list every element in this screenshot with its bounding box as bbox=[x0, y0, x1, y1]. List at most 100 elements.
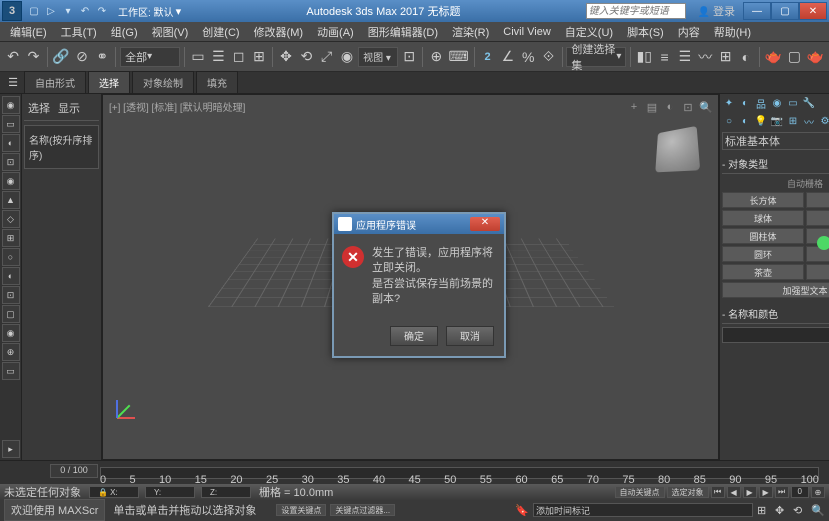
tab-select[interactable]: 选择 bbox=[28, 100, 50, 116]
manip-button[interactable]: ⊕ bbox=[427, 45, 445, 69]
timeline[interactable]: 0 / 100 05101520253035404550556065707580… bbox=[0, 460, 829, 484]
ribbon-tab-paint[interactable]: 对象绘制 bbox=[132, 71, 194, 94]
menu-help[interactable]: 帮助(H) bbox=[708, 22, 757, 42]
tab-modify-icon[interactable]: ◐ bbox=[738, 96, 752, 110]
menu-edit[interactable]: 编辑(E) bbox=[4, 22, 53, 42]
sort-header[interactable]: 名称(按升序排序) bbox=[24, 125, 99, 169]
menu-render[interactable]: 渲染(R) bbox=[446, 22, 495, 42]
dialog-titlebar[interactable]: 应用程序错误 ✕ bbox=[334, 214, 504, 234]
btn-textplus[interactable]: 加强型文本 bbox=[722, 282, 829, 298]
select-name-button[interactable]: ☰ bbox=[209, 45, 227, 69]
schematic-button[interactable]: ⊞ bbox=[716, 45, 734, 69]
minimize-button[interactable]: — bbox=[743, 2, 771, 20]
leftbar-expand-icon[interactable]: ▸ bbox=[2, 440, 20, 458]
leftbar-icon[interactable]: ◐ bbox=[2, 134, 20, 152]
vp-search-icon[interactable]: 🔍 bbox=[698, 99, 714, 115]
play-button[interactable]: ▶ bbox=[743, 486, 757, 498]
goto-start-button[interactable]: ⏮ bbox=[711, 486, 725, 498]
link-button[interactable]: 🔗 bbox=[51, 45, 70, 69]
prev-frame-button[interactable]: ◀ bbox=[727, 486, 741, 498]
cat-helper-icon[interactable]: ⊞ bbox=[786, 114, 800, 128]
time-config-button[interactable]: ⊕ bbox=[811, 486, 825, 498]
current-frame[interactable]: 0 bbox=[791, 486, 809, 498]
window-cross-button[interactable]: ⊞ bbox=[250, 45, 268, 69]
cat-cam-icon[interactable]: 📷 bbox=[770, 114, 784, 128]
section-object-type[interactable]: - 对象类型 bbox=[722, 154, 829, 174]
btn-sphere[interactable]: 球体 bbox=[722, 210, 804, 226]
cat-space-icon[interactable]: 〰 bbox=[802, 114, 816, 128]
workspace-label[interactable]: 工作区: 默认 bbox=[118, 4, 174, 19]
place-button[interactable]: ◉ bbox=[338, 45, 356, 69]
menu-graph[interactable]: 图形编辑器(D) bbox=[362, 22, 444, 42]
leftbar-icon[interactable]: ▭ bbox=[2, 115, 20, 133]
menu-anim[interactable]: 动画(A) bbox=[311, 22, 360, 42]
coord-y[interactable]: Y: bbox=[145, 486, 195, 498]
btn-torus[interactable]: 圆环 bbox=[722, 246, 804, 262]
tag-icon[interactable]: 🔖 bbox=[515, 504, 529, 517]
material-button[interactable]: ◐ bbox=[737, 45, 755, 69]
leftbar-icon[interactable]: ◉ bbox=[2, 96, 20, 114]
leftbar-icon[interactable]: ⊞ bbox=[2, 229, 20, 247]
login-link[interactable]: 👤 登录 bbox=[698, 3, 735, 19]
maximize-button[interactable]: ▢ bbox=[771, 2, 799, 20]
btn-teapot[interactable]: 茶壶 bbox=[722, 264, 804, 280]
select-button[interactable]: ▭ bbox=[189, 45, 207, 69]
mirror-button[interactable]: ▮▯ bbox=[635, 45, 653, 69]
app-logo[interactable]: 3 bbox=[2, 1, 22, 21]
chat-bubble-icon[interactable] bbox=[817, 236, 829, 250]
leftbar-icon[interactable]: ○ bbox=[2, 248, 20, 266]
cat-shape-icon[interactable]: ◐ bbox=[738, 114, 752, 128]
snap-angle-button[interactable]: ∠ bbox=[499, 45, 517, 69]
open-icon[interactable]: ▷ bbox=[43, 3, 59, 19]
vp-grid-icon[interactable]: ▤ bbox=[644, 99, 660, 115]
vp-add-icon[interactable]: + bbox=[626, 99, 642, 115]
search-box[interactable] bbox=[586, 3, 686, 19]
viewcube[interactable] bbox=[655, 126, 700, 172]
dialog-ok-button[interactable]: 确定 bbox=[390, 326, 438, 346]
nav-icon[interactable]: ✥ bbox=[775, 504, 789, 516]
undo-button[interactable]: ↶ bbox=[4, 45, 22, 69]
nav-icon[interactable]: ⟲ bbox=[793, 504, 807, 516]
menu-tools[interactable]: 工具(T) bbox=[55, 22, 103, 42]
dialog-close-button[interactable]: ✕ bbox=[470, 217, 500, 231]
leftbar-icon[interactable]: ◇ bbox=[2, 210, 20, 228]
btn-cylinder[interactable]: 圆柱体 bbox=[722, 228, 804, 244]
scale-button[interactable]: ⤢ bbox=[318, 45, 336, 69]
align-button[interactable]: ≡ bbox=[655, 45, 673, 69]
tab-display-icon[interactable]: ▭ bbox=[786, 96, 800, 110]
leftbar-icon[interactable]: ⊡ bbox=[2, 286, 20, 304]
menu-create[interactable]: 创建(C) bbox=[196, 22, 245, 42]
cat-geom-icon[interactable]: ○ bbox=[722, 114, 736, 128]
coord-z[interactable]: Z: bbox=[201, 486, 251, 498]
vp-safe-icon[interactable]: ⊡ bbox=[680, 99, 696, 115]
leftbar-icon[interactable]: ◐ bbox=[2, 267, 20, 285]
welcome-panel[interactable]: 欢迎使用 MAXScr bbox=[4, 499, 105, 521]
leftbar-icon[interactable]: ▢ bbox=[2, 305, 20, 323]
cat-sys-icon[interactable]: ⚙ bbox=[818, 114, 829, 128]
menu-group[interactable]: 组(G) bbox=[105, 22, 144, 42]
selobj-button[interactable]: 选定对象 bbox=[667, 486, 709, 498]
move-button[interactable]: ✥ bbox=[277, 45, 295, 69]
render-button[interactable]: 🫖 bbox=[806, 45, 825, 69]
viewport-label[interactable]: [+] [透视] [标准] [默认明暗处理] bbox=[109, 99, 245, 114]
btn-cone[interactable]: 圆锥体 bbox=[806, 192, 829, 208]
keyboard-button[interactable]: ⌨ bbox=[447, 45, 469, 69]
nav-icon[interactable]: 🔍 bbox=[811, 504, 825, 516]
named-sel-dropdown[interactable]: 创建选择集 ▾ bbox=[566, 47, 626, 67]
snap-spinner-button[interactable]: ⟐ bbox=[539, 45, 557, 69]
nav-icon[interactable]: ⊞ bbox=[757, 504, 771, 516]
vp-shade-icon[interactable]: ◐ bbox=[662, 99, 678, 115]
unlink-button[interactable]: ⊘ bbox=[73, 45, 91, 69]
pivot-button[interactable]: ⊡ bbox=[400, 45, 418, 69]
snap-2d-button[interactable]: 2 bbox=[478, 45, 496, 69]
redo-button[interactable]: ↷ bbox=[24, 45, 42, 69]
leftbar-icon[interactable]: ◉ bbox=[2, 324, 20, 342]
ribbon-tab-select[interactable]: 选择 bbox=[88, 71, 130, 94]
bind-button[interactable]: ⚭ bbox=[93, 45, 111, 69]
tab-hierarchy-icon[interactable]: 品 bbox=[754, 96, 768, 110]
ribbon-toggle-icon[interactable]: ☰ bbox=[4, 76, 22, 89]
leftbar-icon[interactable]: ⊕ bbox=[2, 343, 20, 361]
keyfilter-button[interactable]: 关键点过滤器... bbox=[330, 504, 395, 516]
tab-create-icon[interactable]: ✦ bbox=[722, 96, 736, 110]
leftbar-icon[interactable]: ▭ bbox=[2, 362, 20, 380]
